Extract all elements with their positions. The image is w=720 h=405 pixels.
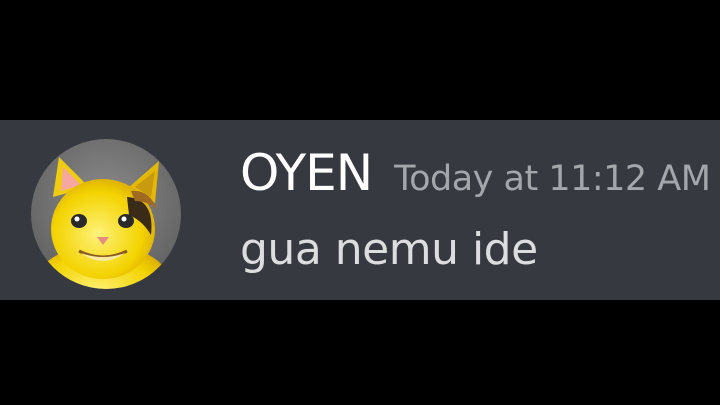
chat-message[interactable]: OYEN Today at 11:12 AM gua nemu ide bbox=[0, 120, 720, 300]
message-header: OYEN Today at 11:12 AM bbox=[240, 144, 711, 202]
message-content: gua nemu ide bbox=[240, 224, 538, 275]
cat-avatar-icon[interactable] bbox=[31, 139, 181, 289]
timestamp: Today at 11:12 AM bbox=[394, 159, 711, 199]
screenshot-frame: OYEN Today at 11:12 AM gua nemu ide bbox=[0, 0, 720, 405]
username[interactable]: OYEN bbox=[240, 144, 373, 202]
